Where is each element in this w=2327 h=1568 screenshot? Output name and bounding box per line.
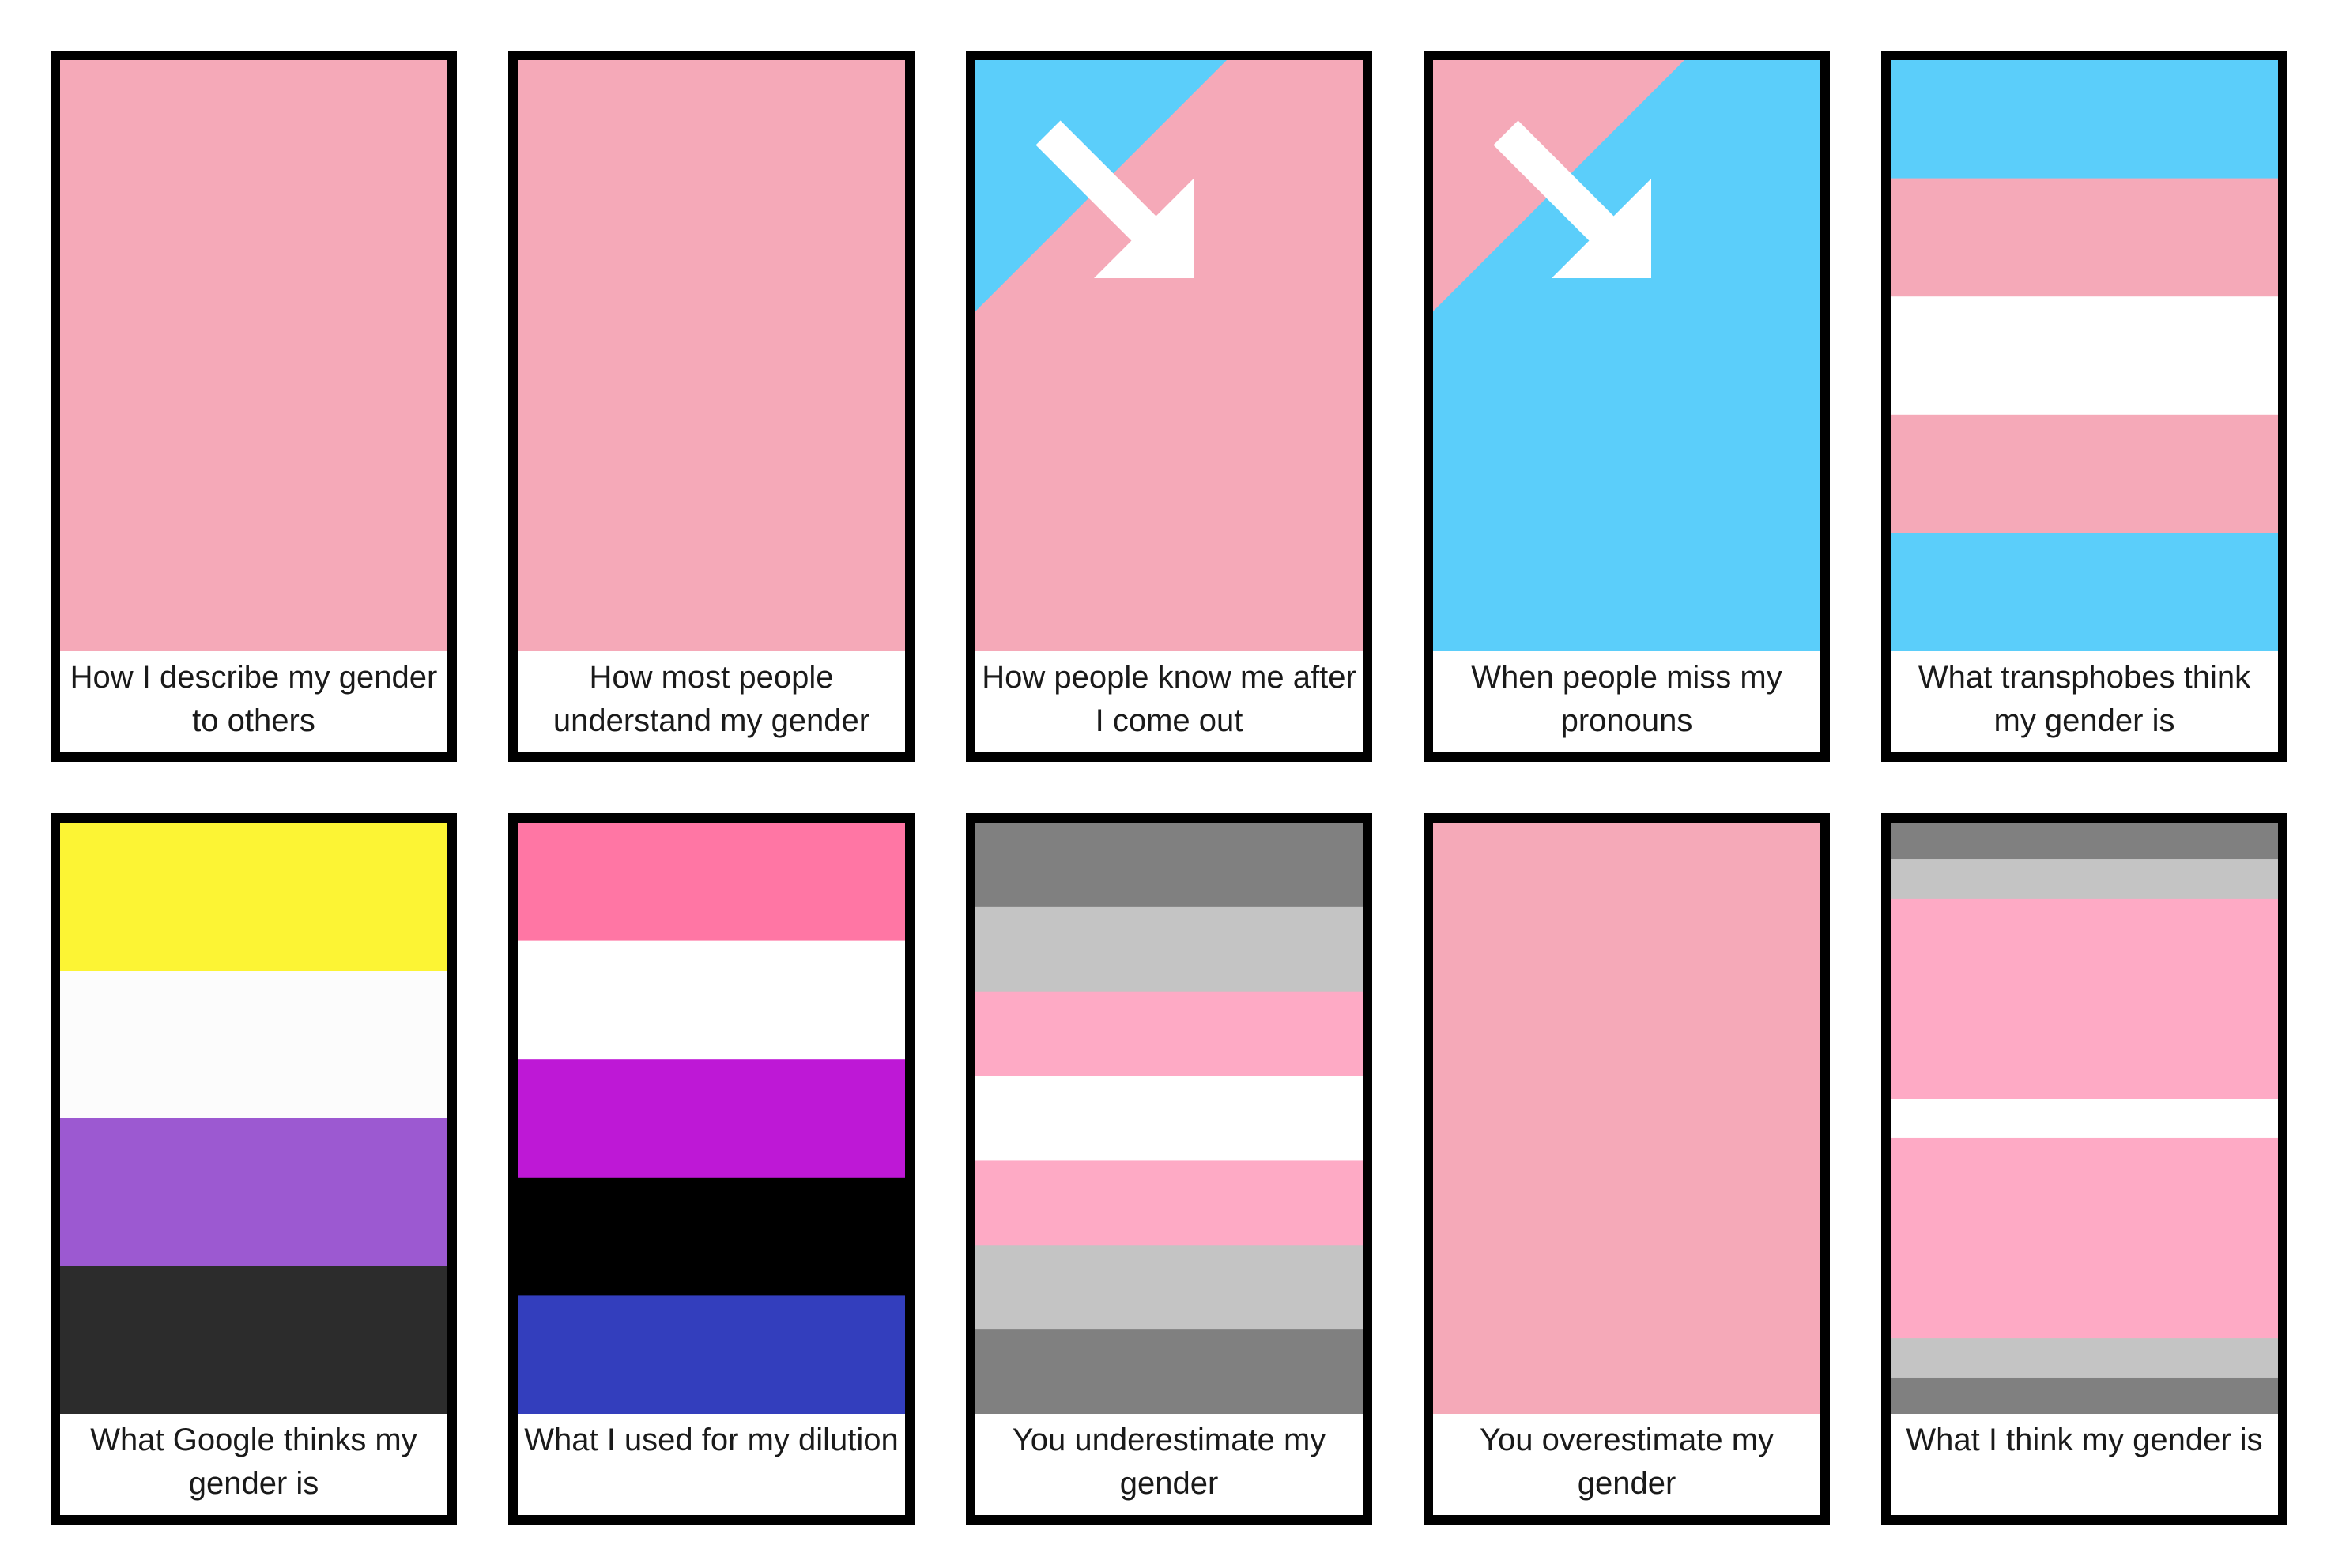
- card-3: How people know me after I come out: [966, 51, 1372, 762]
- card-1: How I describe my gender to others: [51, 51, 457, 762]
- flag-panel: [975, 823, 1363, 1414]
- flag-panel: [60, 823, 447, 1414]
- card-6: What Google thinks my gender is: [51, 813, 457, 1525]
- flag-graphic: [1891, 60, 2278, 651]
- card-4: When people miss my pronouns: [1424, 51, 1830, 762]
- flag-stripe: [975, 1329, 1363, 1414]
- card-caption: You underestimate my gender: [1012, 1423, 1326, 1501]
- card-caption: What Google thinks my gender is: [90, 1423, 417, 1501]
- flag-stripe: [1891, 1137, 2278, 1339]
- flag-graphic: [975, 60, 1363, 651]
- flag-graphic: [518, 823, 905, 1414]
- flag-graphic: [975, 823, 1363, 1414]
- flag-stripe: [60, 971, 447, 1119]
- flag-graphic: [1433, 823, 1820, 1414]
- flag-panel: [60, 60, 447, 651]
- card-caption: You overestimate my gender: [1479, 1423, 1774, 1501]
- flag-stripe: [518, 1295, 905, 1414]
- flag-panel: [975, 60, 1363, 651]
- flag-stripe: [60, 1118, 447, 1267]
- card-caption: What I used for my dilution: [524, 1423, 899, 1457]
- card-caption: When people miss my pronouns: [1471, 660, 1782, 738]
- flag-fill: [60, 60, 447, 651]
- flag-stripe: [975, 1245, 1363, 1330]
- flag-stripe: [1891, 60, 2278, 179]
- flag-stripe: [1891, 1338, 2278, 1378]
- flag-stripe: [1891, 178, 2278, 297]
- card-5: What transphobes think my gender is: [1881, 51, 2287, 762]
- card-7: What I used for my dilution: [508, 813, 915, 1525]
- flag-graphic: [60, 60, 447, 651]
- card-caption: How most people understand my gender: [553, 660, 870, 738]
- flag-graphic: [518, 60, 905, 651]
- flag-stripe: [60, 823, 447, 971]
- flag-stripe: [518, 1059, 905, 1178]
- flag-stripe: [975, 906, 1363, 993]
- card-9: You overestimate my gender: [1424, 813, 1830, 1525]
- flag-stripe: [1891, 898, 2278, 1099]
- flag-stripe: [1891, 859, 2278, 899]
- flag-graphic: [1891, 823, 2278, 1414]
- flag-stripe: [1891, 823, 2278, 860]
- flag-stripe: [975, 1076, 1363, 1161]
- card-caption: What transphobes think my gender is: [1918, 660, 2251, 738]
- card-2: How most people understand my gender: [508, 51, 915, 762]
- flag-stripe: [975, 991, 1363, 1077]
- flag-panel: [1433, 823, 1820, 1414]
- card-caption: What I think my gender is: [1906, 1423, 2263, 1457]
- flag-fill: [518, 60, 905, 651]
- flag-stripe: [1891, 414, 2278, 533]
- flag-graphic: [60, 823, 447, 1414]
- flag-stripe: [975, 823, 1363, 908]
- flag-panel: [518, 823, 905, 1414]
- flag-stripe: [1891, 1377, 2278, 1414]
- card-8: You underestimate my gender: [966, 813, 1372, 1525]
- flag-stripe: [1891, 533, 2278, 651]
- card-caption: How people know me after I come out: [982, 660, 1356, 738]
- flag-stripe: [518, 940, 905, 1060]
- flag-panel: [1891, 823, 2278, 1414]
- flag-panel: [518, 60, 905, 651]
- flag-stripe: [1891, 1099, 2278, 1139]
- flag-stripe: [60, 1266, 447, 1414]
- flag-panel: [1891, 60, 2278, 651]
- card-caption: How I describe my gender to others: [70, 660, 438, 738]
- flag-stripe: [975, 1160, 1363, 1246]
- flag-stripe: [518, 823, 905, 942]
- meme-grid: { "colors": { "pink": "#F5A9B8", "blue":…: [0, 0, 2327, 1568]
- card-10: What I think my gender is: [1881, 813, 2287, 1525]
- flag-panel: [1433, 60, 1820, 651]
- flag-stripe: [518, 1177, 905, 1296]
- flag-graphic: [1433, 60, 1820, 651]
- flag-stripe: [1891, 296, 2278, 416]
- flag-fill: [1433, 823, 1820, 1414]
